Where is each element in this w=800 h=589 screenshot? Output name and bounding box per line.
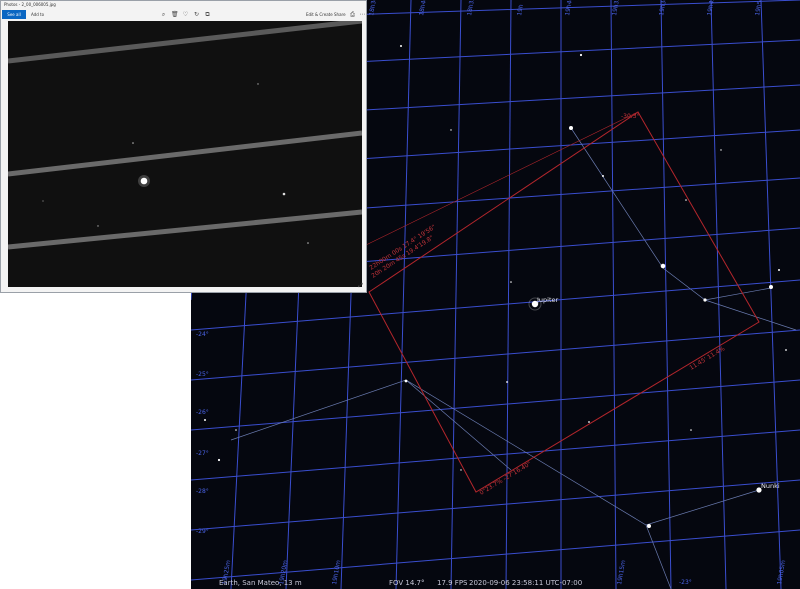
fov-rectangle bbox=[365, 111, 760, 493]
ra-label: 19h bbox=[516, 4, 525, 17]
window-title: Photos - 2_00_006005.jpg bbox=[4, 2, 56, 7]
fov-label: 22h00m 00s 17.4° 19'56" bbox=[368, 224, 437, 272]
favorite-icon[interactable]: ♡ bbox=[182, 11, 189, 18]
share-button[interactable]: Share bbox=[334, 9, 346, 20]
rotate-icon[interactable]: ↻ bbox=[193, 11, 200, 18]
status-time: 2020-09-06 23:58:11 UTC-07:00 bbox=[469, 579, 583, 587]
more-icon[interactable]: ⋯ bbox=[359, 11, 366, 18]
fov-label: -30.3° bbox=[621, 113, 640, 120]
ra-label: 19h35m bbox=[611, 0, 622, 16]
status-fov: FOV 14.7° bbox=[389, 579, 425, 587]
ra-label: 19h30m bbox=[658, 0, 669, 16]
ra-label: 19h50m bbox=[754, 0, 765, 16]
expand-icon[interactable]: ⤢ bbox=[358, 282, 363, 290]
ra-label: 19h40m bbox=[564, 0, 575, 16]
dec-label: -28° bbox=[196, 488, 209, 495]
delete-icon[interactable]: 🗑 bbox=[171, 11, 179, 18]
photos-window[interactable]: Photos - 2_00_006005.jpg See all photos … bbox=[0, 0, 367, 293]
photo-image bbox=[8, 21, 362, 287]
nunki-label: Nunki bbox=[761, 482, 780, 490]
status-location: Earth, San Mateo, 13 m bbox=[219, 579, 302, 587]
ra-label: 18h40m bbox=[418, 0, 429, 16]
status-fps: 17.9 FPS bbox=[437, 579, 468, 587]
dec-label: -29° bbox=[196, 528, 209, 535]
print-icon[interactable]: ⎙ bbox=[349, 11, 356, 18]
zoom-icon[interactable]: ⌕ bbox=[160, 11, 167, 18]
crop-icon[interactable]: ⧉ bbox=[204, 11, 211, 18]
ra-label: 18h35m bbox=[466, 0, 477, 16]
fov-labels: -30.3° 22h00m 00s 17.4° 19'56" 20h 20m 4… bbox=[368, 113, 726, 497]
dec-label: -27° bbox=[196, 450, 209, 457]
dec-label: -26° bbox=[196, 409, 209, 416]
dec-label: -24° bbox=[196, 331, 209, 338]
edit-create-button[interactable]: Edit & Create bbox=[306, 9, 333, 20]
photos-toolbar: See all photos Add to ⌕ 🗑 ♡ ↻ ⧉ Edit & C… bbox=[1, 9, 366, 26]
dec-label: -25° bbox=[196, 371, 209, 378]
see-all-photos-button[interactable]: See all photos bbox=[2, 10, 26, 26]
telescope-photo bbox=[8, 21, 362, 287]
add-to-button[interactable]: Add to bbox=[31, 9, 44, 20]
jupiter-label: Jupiter bbox=[536, 296, 559, 304]
status-bar: Earth, San Mateo, 13 m FOV 14.7° 17.9 FP… bbox=[191, 578, 800, 589]
